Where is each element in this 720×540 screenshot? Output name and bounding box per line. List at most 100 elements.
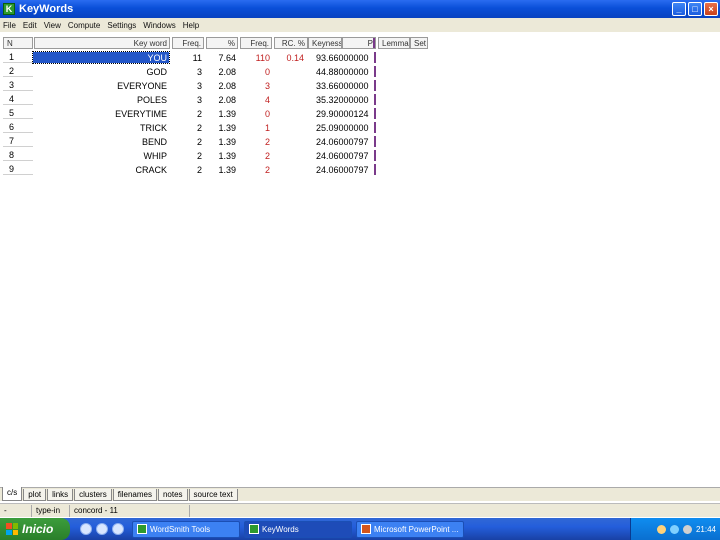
rc-pct-cell: 0.14	[286, 52, 304, 63]
keyword-cell[interactable]: CRACK	[33, 164, 169, 175]
ie-icon[interactable]	[80, 523, 92, 535]
freq-cell: 3	[196, 80, 202, 91]
col-header-keyness[interactable]: Keyness	[308, 37, 342, 49]
keyword-cell[interactable]: GOD	[33, 66, 169, 77]
window-title: KeyWords	[19, 3, 74, 15]
pct-cell: 2.08	[218, 66, 236, 77]
keyness-value: 44.88000000	[316, 66, 369, 77]
cell-marker	[374, 52, 376, 63]
keyness-value: 25.09000000	[316, 122, 369, 133]
keyness-cell: 35.32000000	[308, 94, 376, 105]
menu-compute[interactable]: Compute	[68, 21, 100, 30]
table-row[interactable]: 1 YOU 11 7.64 110 0.14 93.66000000	[0, 51, 430, 64]
network-icon[interactable]	[656, 524, 666, 534]
media-icon[interactable]	[112, 523, 124, 535]
freq-cell: 3	[196, 66, 202, 77]
keyword-cell[interactable]: EVERYTIME	[33, 108, 169, 119]
menu-edit[interactable]: Edit	[23, 21, 37, 30]
rc-pct-cell	[274, 122, 306, 133]
maximize-button[interactable]: □	[688, 2, 702, 16]
keyword-cell[interactable]: BEND	[33, 136, 169, 147]
tab-notes[interactable]: notes	[157, 489, 188, 501]
row-number: 1	[3, 52, 33, 63]
row-number: 8	[3, 150, 33, 161]
col-header-ref-freq[interactable]: Freq.	[240, 37, 272, 49]
keyword-cell[interactable]: YOU	[32, 51, 170, 64]
row-number: 5	[3, 108, 33, 119]
task-wordsmith-tools[interactable]: WordSmith Tools	[132, 520, 240, 538]
keyword-cell[interactable]: TRICK	[33, 122, 169, 133]
table-row[interactable]: 9 CRACK 2 1.39 2 24.06000797	[0, 164, 430, 175]
task-keywords[interactable]: KeyWords	[244, 520, 352, 538]
cell-marker	[374, 94, 376, 105]
quick-launch	[80, 523, 124, 535]
keyness-cell: 44.88000000	[308, 66, 376, 77]
menu-file[interactable]: File	[3, 21, 16, 30]
tab-filenames[interactable]: filenames	[112, 489, 157, 501]
security-icon[interactable]	[682, 524, 692, 534]
freq-cell: 2	[196, 108, 202, 119]
cell-marker	[374, 164, 376, 175]
pct-cell: 1.39	[218, 150, 236, 161]
browser-icon[interactable]	[96, 523, 108, 535]
ref-freq-cell: 1	[264, 122, 270, 133]
menu-help[interactable]: Help	[183, 21, 199, 30]
clock[interactable]: 21:44	[696, 525, 716, 534]
minimize-button[interactable]: _	[672, 2, 686, 16]
pct-cell: 1.39	[218, 108, 236, 119]
tab-source-text[interactable]: source text	[188, 489, 238, 501]
ref-freq-cell: 2	[264, 150, 270, 161]
ref-freq-cell: 0	[264, 66, 270, 77]
freq-cell: 2	[196, 164, 202, 175]
table-row[interactable]: 6 TRICK 2 1.39 1 25.09000000	[0, 122, 430, 133]
keyness-cell: 24.06000797	[308, 136, 376, 147]
keywords-grid[interactable]: N Key word Freq. % Freq. RC. % Keyness P…	[0, 34, 720, 486]
cell-marker	[374, 122, 376, 133]
table-row[interactable]: 8 WHIP 2 1.39 2 24.06000797	[0, 150, 430, 161]
tab-links[interactable]: links	[47, 489, 74, 501]
rc-pct-cell	[274, 136, 306, 147]
col-header-set[interactable]: Set	[410, 37, 428, 49]
freq-cell: 2	[196, 122, 202, 133]
close-button[interactable]: ×	[704, 2, 718, 16]
tab-cs[interactable]: c/s	[2, 487, 23, 501]
pct-cell: 2.08	[218, 80, 236, 91]
menu-view[interactable]: View	[44, 21, 61, 30]
keyness-value: 35.32000000	[316, 94, 369, 105]
wordsmith-icon	[249, 524, 259, 534]
col-header-pct[interactable]: %	[206, 37, 238, 49]
keyword-cell[interactable]: POLES	[33, 94, 169, 105]
windows-logo-icon	[6, 523, 18, 535]
taskbar: Inicio WordSmith Tools KeyWords Microsof…	[0, 518, 720, 540]
table-row[interactable]: 4 POLES 3 2.08 4 35.32000000	[0, 94, 430, 105]
volume-icon[interactable]	[669, 524, 679, 534]
tab-plot[interactable]: plot	[23, 489, 47, 501]
start-button[interactable]: Inicio	[0, 518, 70, 540]
menu-settings[interactable]: Settings	[107, 21, 136, 30]
window-controls: _ □ ×	[672, 2, 718, 16]
table-row[interactable]: 7 BEND 2 1.39 2 24.06000797	[0, 136, 430, 147]
cell-marker	[374, 136, 376, 147]
col-header-lemmas[interactable]: Lemmas	[378, 37, 410, 49]
keyness-cell: 25.09000000	[308, 122, 376, 133]
keyword-cell[interactable]: EVERYONE	[33, 80, 169, 91]
status-bar: - type-in concord - 11	[0, 503, 720, 517]
col-header-p[interactable]: P	[342, 37, 376, 49]
keyness-value: 33.66000000	[316, 80, 369, 91]
col-header-rc-pct[interactable]: RC. %	[274, 37, 308, 49]
col-header-freq[interactable]: Freq.	[172, 37, 204, 49]
ref-freq-cell: 3	[264, 80, 270, 91]
freq-cell: 3	[196, 94, 202, 105]
table-row[interactable]: 3 EVERYONE 3 2.08 3 33.66000000	[0, 80, 430, 91]
keyword-cell[interactable]: WHIP	[33, 150, 169, 161]
table-row[interactable]: 2 GOD 3 2.08 0 44.88000000	[0, 66, 430, 77]
title-bar[interactable]: K KeyWords _ □ ×	[0, 0, 720, 18]
ref-freq-cell: 0	[264, 108, 270, 119]
row-number: 2	[3, 66, 33, 77]
table-row[interactable]: 5 EVERYTIME 2 1.39 0 29.90000124	[0, 108, 430, 119]
col-header-keyword[interactable]: Key word	[34, 37, 170, 49]
col-header-n[interactable]: N	[3, 37, 33, 49]
tab-clusters[interactable]: clusters	[74, 489, 112, 501]
menu-windows[interactable]: Windows	[143, 21, 175, 30]
task-powerpoint[interactable]: Microsoft PowerPoint ...	[356, 520, 464, 538]
